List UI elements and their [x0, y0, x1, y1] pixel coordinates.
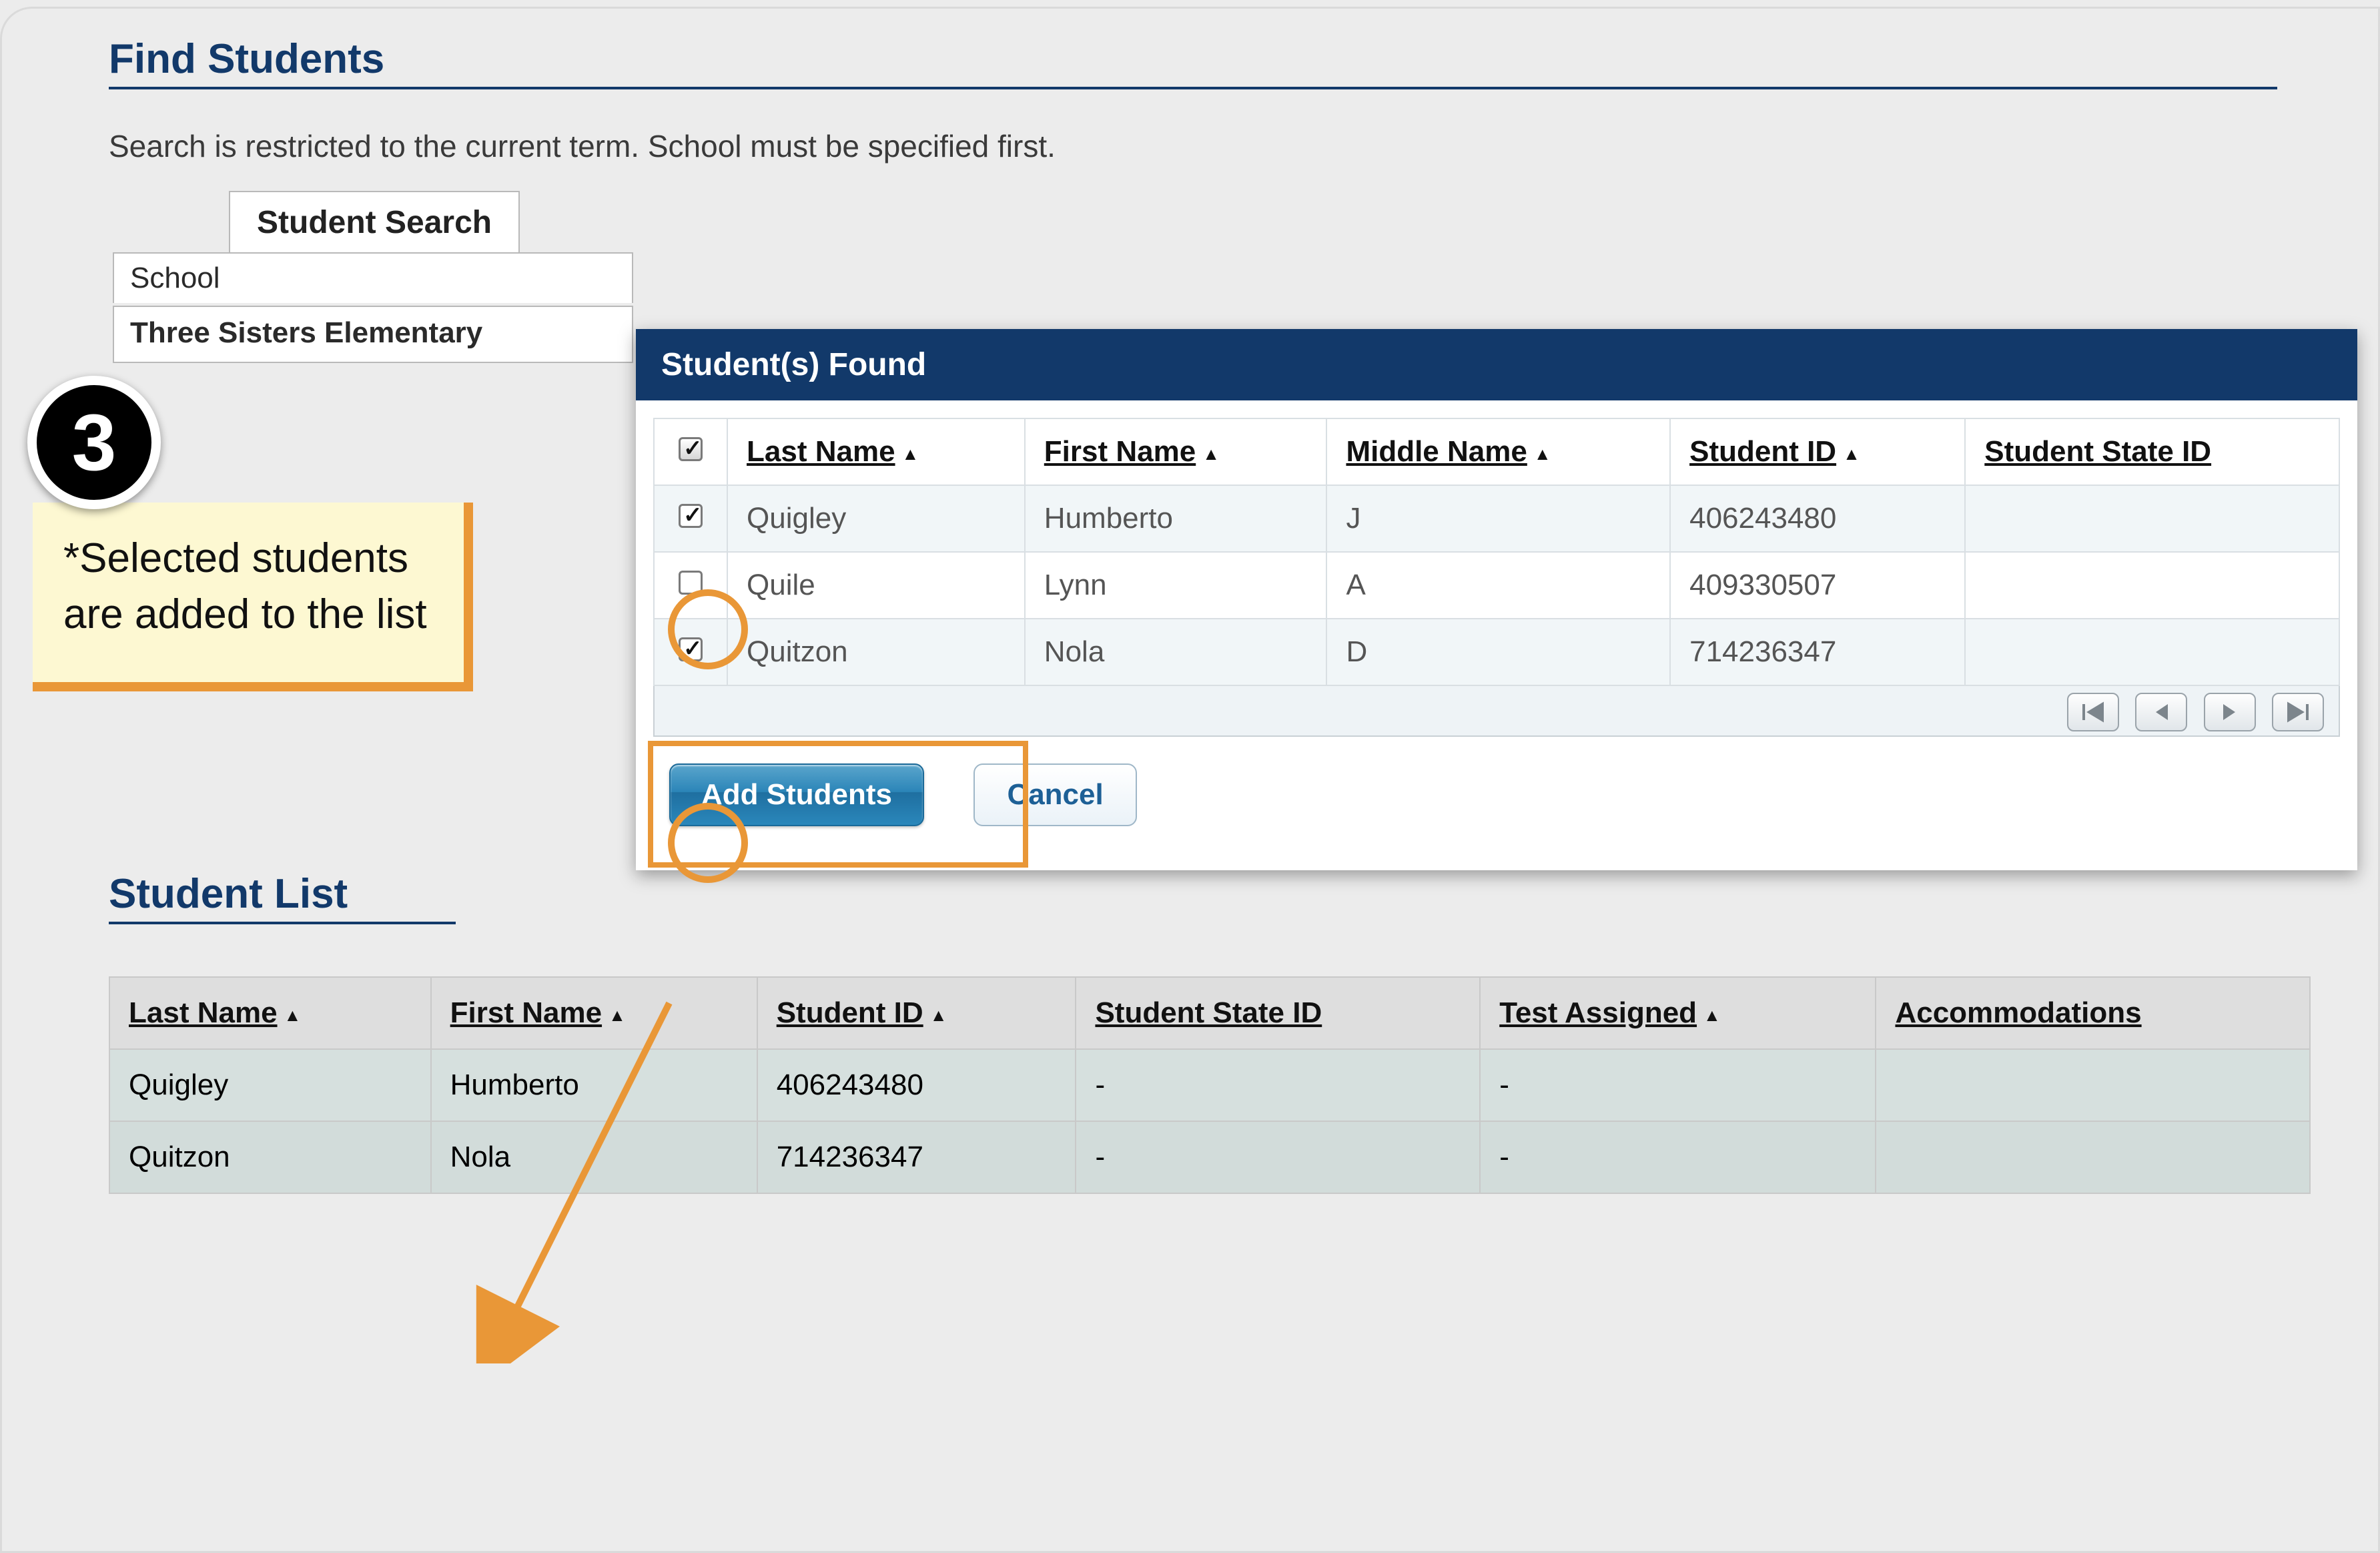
sort-asc-icon: ▲: [1843, 444, 1860, 464]
pager-next-button[interactable]: [2204, 693, 2256, 731]
col-first-name[interactable]: First Name▲: [1025, 418, 1327, 485]
cancel-button[interactable]: Cancel: [973, 763, 1136, 826]
cell-student-id: 406243480: [757, 1049, 1076, 1121]
school-label: School: [113, 252, 633, 303]
pager-last-icon: [2285, 701, 2311, 723]
cell-student-state-id: [1965, 485, 2339, 552]
cell-last-name: Quigley: [727, 485, 1025, 552]
cell-student-state-id: [1965, 619, 2339, 685]
col-last-name[interactable]: Last Name▲: [727, 418, 1025, 485]
tab-student-search[interactable]: Student Search: [229, 191, 520, 254]
sort-asc-icon: ▲: [1534, 444, 1551, 464]
pager-last-button[interactable]: [2272, 693, 2324, 731]
pager-next-icon: [2219, 701, 2241, 723]
col-accommodations[interactable]: Accommodations: [1876, 977, 2310, 1049]
cell-first-name: Nola: [431, 1121, 757, 1193]
student-list-table: Last Name▲ First Name▲ Student ID▲ Stude…: [109, 976, 2311, 1194]
cell-middle-name: J: [1326, 485, 1670, 552]
pager-first-button[interactable]: [2067, 693, 2119, 731]
panel-frame: Find Students Search is restricted to th…: [0, 7, 2380, 1553]
find-students-heading: Find Students: [109, 35, 2277, 89]
cell-student-id: 714236347: [1670, 619, 1965, 685]
col-student-id[interactable]: Student ID▲: [757, 977, 1076, 1049]
cell-first-name: Humberto: [431, 1049, 757, 1121]
school-value: Three Sisters Elementary: [113, 306, 633, 363]
sort-asc-icon: ▲: [1703, 1005, 1721, 1026]
cell-last-name: Quile: [727, 552, 1025, 619]
table-row[interactable]: QuigleyHumbertoJ406243480: [654, 485, 2339, 552]
modal-title: Student(s) Found: [636, 329, 2357, 400]
student-list-heading: Student List: [109, 870, 456, 924]
pager-first-icon: [2080, 701, 2106, 723]
cell-last-name: Quitzon: [109, 1121, 431, 1193]
cell-accommodations: [1876, 1121, 2310, 1193]
cell-student-id: 406243480: [1670, 485, 1965, 552]
col-student-state-id[interactable]: Student State ID: [1076, 977, 1480, 1049]
cell-student-id: 409330507: [1670, 552, 1965, 619]
cell-student-state-id: -: [1076, 1121, 1480, 1193]
add-students-button[interactable]: Add Students: [669, 763, 924, 826]
cell-test-assigned: -: [1480, 1049, 1876, 1121]
pager-prev-icon: [2150, 701, 2172, 723]
table-row[interactable]: QuitzonNolaD714236347: [654, 619, 2339, 685]
table-row[interactable]: QuileLynnA409330507: [654, 552, 2339, 619]
row-checkbox[interactable]: [679, 504, 703, 528]
checkbox-icon[interactable]: [679, 437, 703, 461]
cell-last-name: Quigley: [109, 1049, 431, 1121]
students-found-table: Last Name▲ First Name▲ Middle Name▲ Stud…: [653, 418, 2340, 686]
sort-asc-icon: ▲: [930, 1005, 947, 1026]
sort-asc-icon: ▲: [1202, 444, 1220, 464]
col-first-name[interactable]: First Name▲: [431, 977, 757, 1049]
callout-selected-students: *Selected students are added to the list: [33, 503, 473, 691]
step-badge-3: 3: [27, 376, 161, 509]
students-found-modal: Student(s) Found Last Name▲ First Name▲ …: [636, 329, 2357, 870]
col-student-id[interactable]: Student ID▲: [1670, 418, 1965, 485]
cell-middle-name: A: [1326, 552, 1670, 619]
sort-asc-icon: ▲: [284, 1005, 302, 1026]
col-student-state-id[interactable]: Student State ID: [1965, 418, 2339, 485]
sort-asc-icon: ▲: [609, 1005, 626, 1026]
col-middle-name[interactable]: Middle Name▲: [1326, 418, 1670, 485]
cell-first-name: Nola: [1025, 619, 1327, 685]
cell-middle-name: D: [1326, 619, 1670, 685]
col-test-assigned[interactable]: Test Assigned▲: [1480, 977, 1876, 1049]
cell-first-name: Lynn: [1025, 552, 1327, 619]
pager-prev-button[interactable]: [2135, 693, 2187, 731]
cell-accommodations: [1876, 1049, 2310, 1121]
sort-asc-icon: ▲: [902, 444, 919, 464]
cell-student-id: 714236347: [757, 1121, 1076, 1193]
table-row[interactable]: QuitzonNola714236347--: [109, 1121, 2310, 1193]
table-row[interactable]: QuigleyHumberto406243480--: [109, 1049, 2310, 1121]
cell-student-state-id: -: [1076, 1049, 1480, 1121]
row-checkbox[interactable]: [679, 571, 703, 595]
search-restricted-text: Search is restricted to the current term…: [109, 128, 2351, 164]
modal-actions: Add Students Cancel: [653, 737, 2340, 853]
col-last-name[interactable]: Last Name▲: [109, 977, 431, 1049]
cell-first-name: Humberto: [1025, 485, 1327, 552]
cell-test-assigned: -: [1480, 1121, 1876, 1193]
col-select-all[interactable]: [654, 418, 727, 485]
cell-student-state-id: [1965, 552, 2339, 619]
row-checkbox[interactable]: [679, 637, 703, 661]
pager: [653, 686, 2340, 737]
cell-last-name: Quitzon: [727, 619, 1025, 685]
